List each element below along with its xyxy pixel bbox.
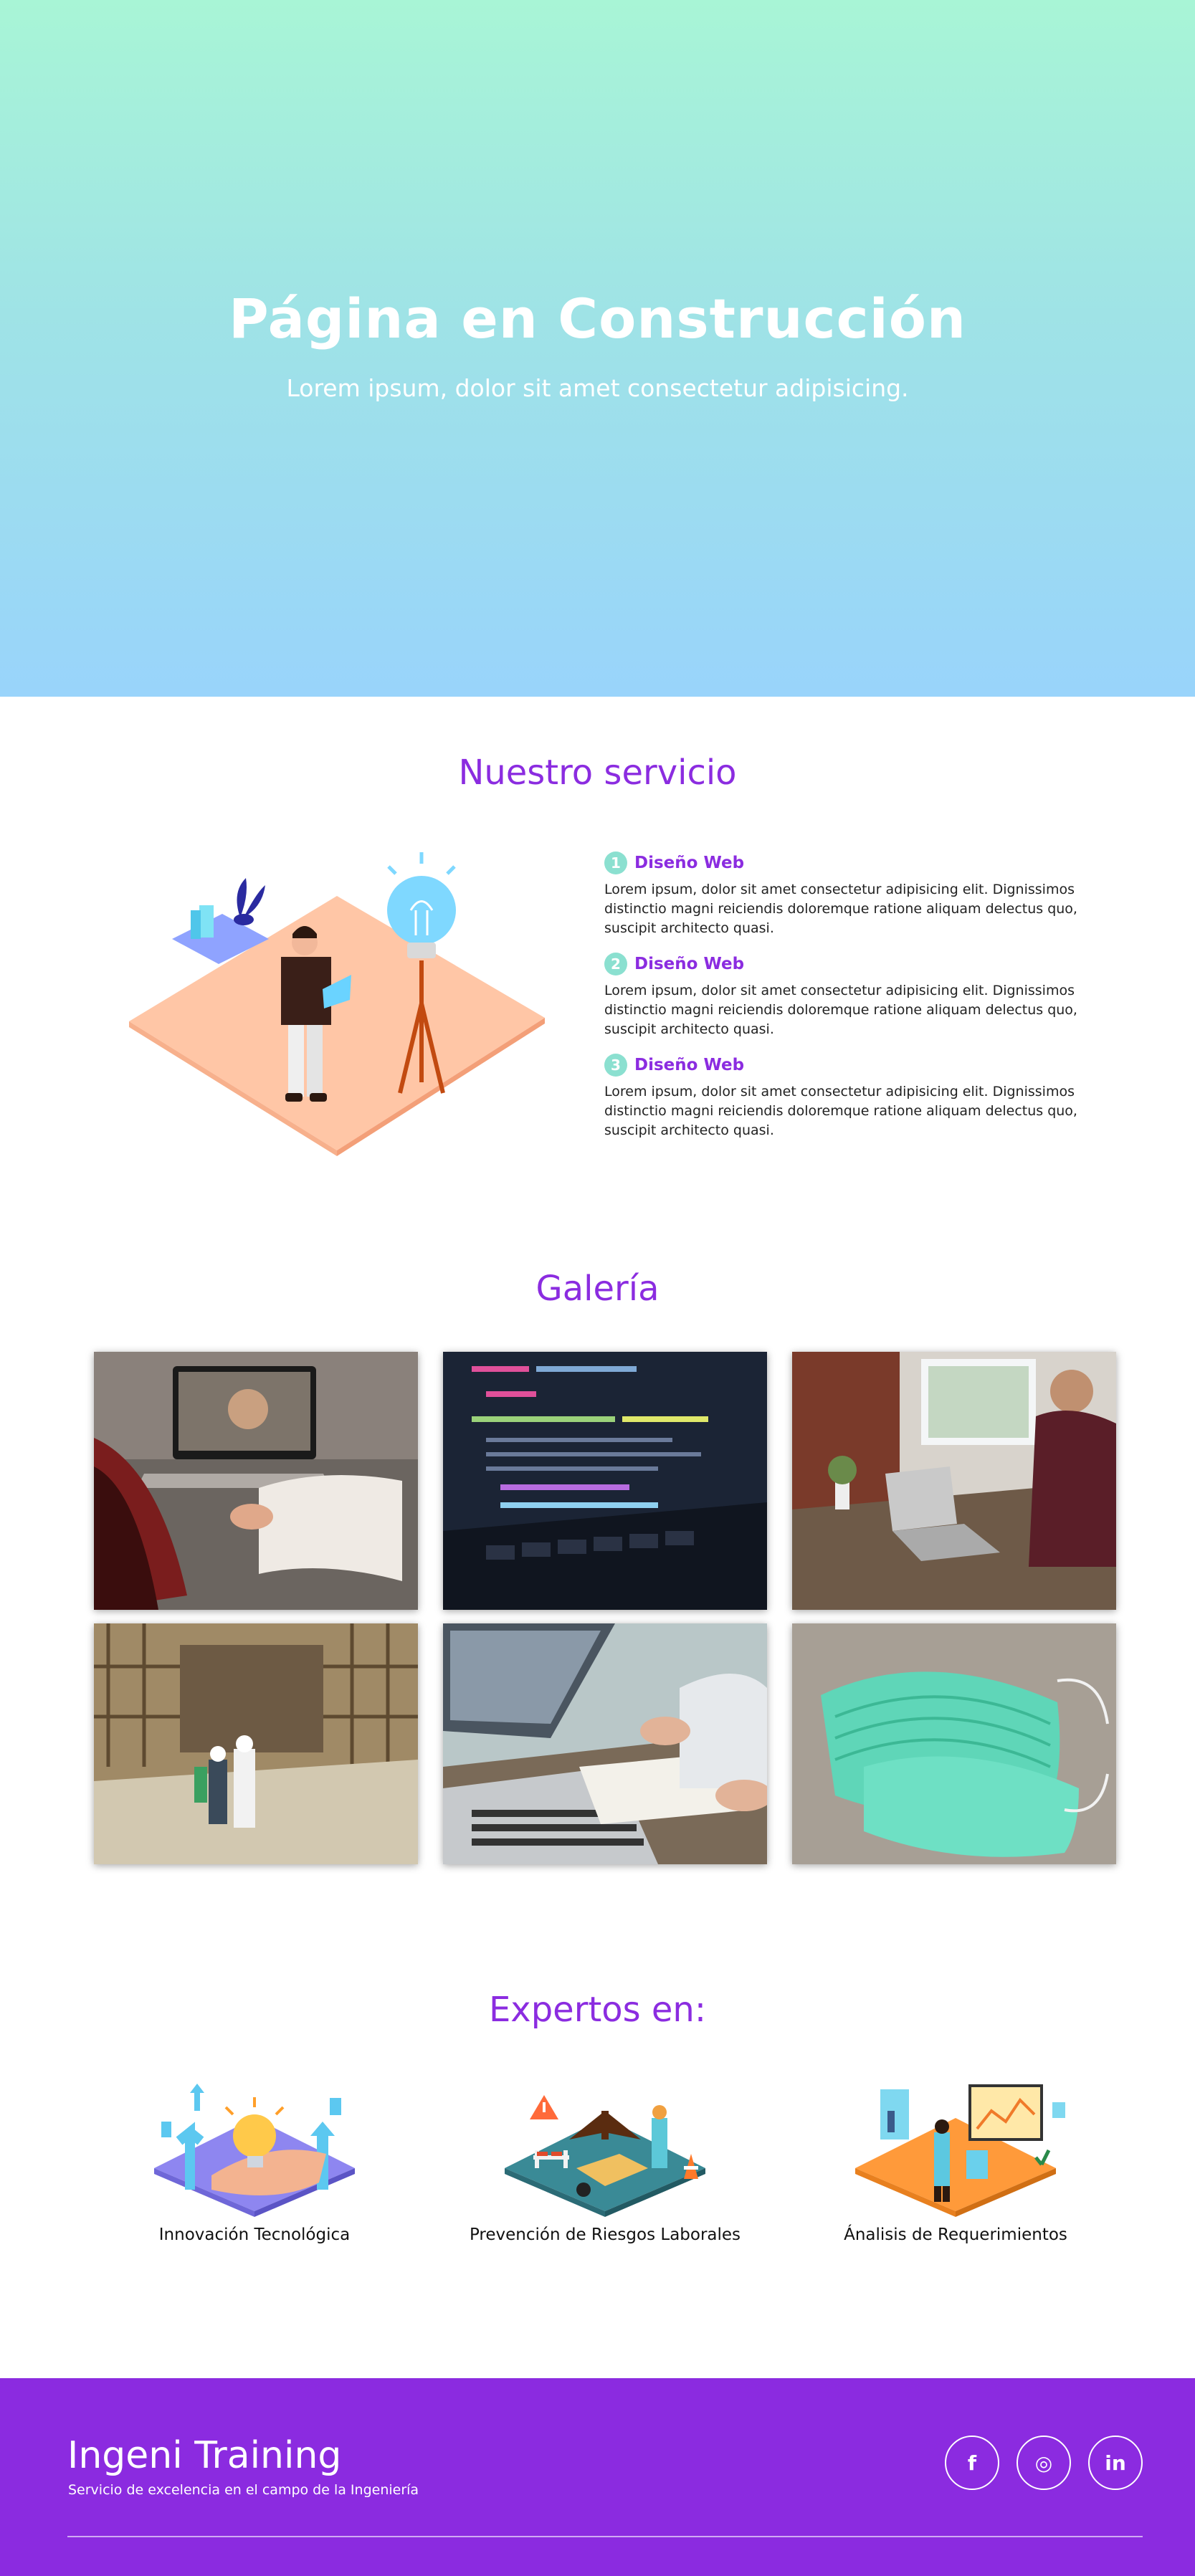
service-number-badge: 3 [604,1054,627,1077]
services-title: Nuestro servicio [458,753,737,793]
expert-label: Ánalisis de Requerimientos [844,2226,1067,2244]
video-call-photo[interactable] [94,1352,418,1610]
expert-item-innovacion: Innovación Tecnológica [104,2082,405,2244]
linkedin-glyph: in [1105,2451,1126,2475]
safety-illustration [505,2095,705,2217]
expert-label: Innovación Tecnológica [158,2226,351,2244]
analysis-illustration [855,2084,1065,2217]
facebook-icon[interactable]: f [945,2436,999,2490]
service-description: Lorem ipsum, dolor sit amet consectetur … [604,1084,1077,1138]
hero-subtitle: Lorem ipsum, dolor sit amet consectetur … [286,374,909,402]
expert-item-riesgos: Prevención de Riesgos Laborales [454,2082,756,2244]
service-item: 2 Diseño Web Lorem ipsum, dolor sit amet… [604,951,1077,1039]
service-description: Lorem ipsum, dolor sit amet consectetur … [604,983,1077,1037]
service-name: Diseño Web [634,955,745,973]
service-name: Diseño Web [634,854,745,872]
footer-brand[interactable]: Ingeni Training [67,2434,341,2477]
services-list: 1 Diseño Web Lorem ipsum, dolor sit amet… [604,850,1077,1153]
service-item: 1 Diseño Web Lorem ipsum, dolor sit amet… [604,850,1077,938]
face-masks-photo[interactable] [792,1623,1116,1864]
service-description: Lorem ipsum, dolor sit amet consectetur … [604,882,1077,936]
hero-title: Página en Construcción [228,287,967,350]
footer-tagline: Servicio de excelencia en el campo de la… [68,2482,419,2498]
code-screen-photo[interactable] [443,1352,767,1610]
hero-banner: Página en Construcción Lorem ipsum, dolo… [0,0,1195,697]
expert-label: Prevención de Riesgos Laborales [469,2226,741,2244]
gallery-title: Galería [535,1269,660,1309]
site-footer: Ingeni Training Servicio de excelencia e… [0,2378,1195,2576]
innovation-illustration [154,2084,355,2217]
construction-site-photo[interactable] [94,1623,418,1864]
service-number-badge: 1 [604,851,627,874]
services-illustration [122,842,552,1165]
expert-item-analisis: Ánalisis de Requerimientos [805,2082,1106,2244]
footer-divider [67,2536,1143,2537]
laptop-desk-photo[interactable] [792,1352,1116,1610]
instagram-icon[interactable]: ◎ [1017,2436,1071,2490]
experts-title: Expertos en: [488,1990,707,2030]
service-name: Diseño Web [634,1056,745,1074]
facebook-glyph: f [967,2451,977,2475]
laptop-notes-photo[interactable] [443,1623,767,1864]
service-item: 3 Diseño Web Lorem ipsum, dolor sit amet… [604,1052,1077,1140]
service-number-badge: 2 [604,953,627,975]
linkedin-icon[interactable]: in [1088,2436,1143,2490]
instagram-glyph: ◎ [1034,2451,1053,2475]
